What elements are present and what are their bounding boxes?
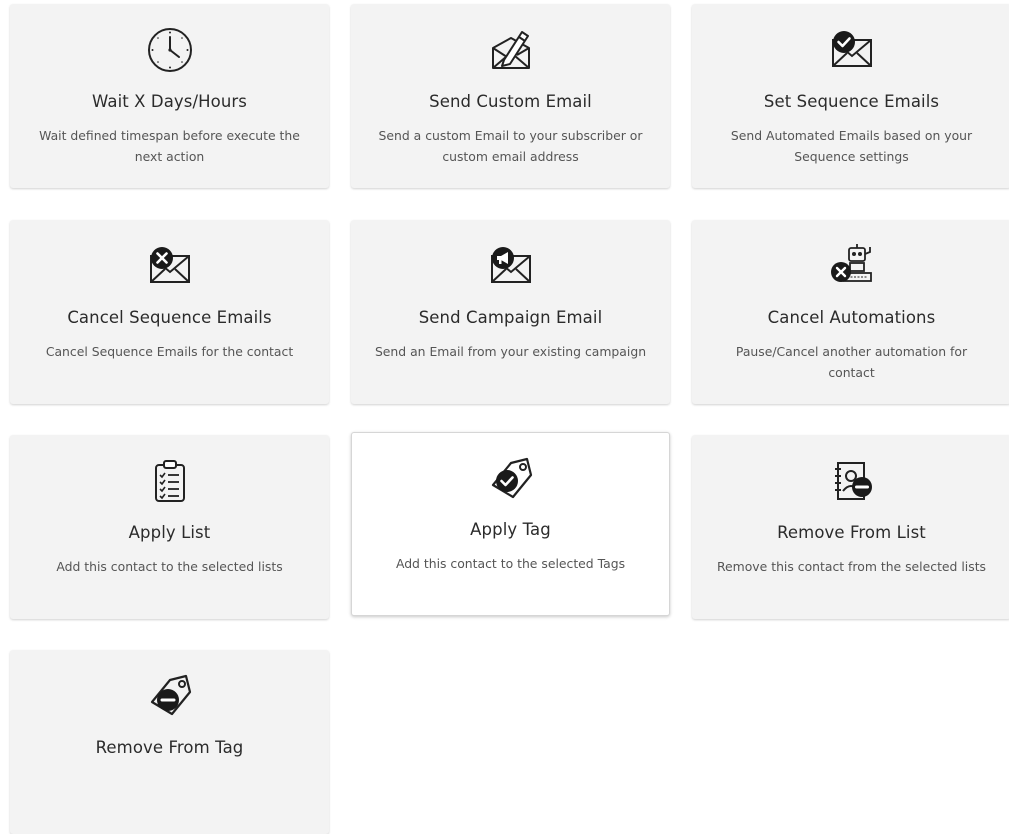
action-title: Apply List (128, 523, 211, 542)
envelope-cancel-icon (146, 242, 194, 290)
envelope-pen-icon (487, 26, 535, 74)
action-description: Send an Email from your existing campaig… (374, 344, 647, 359)
envelope-megaphone-icon (487, 242, 535, 290)
action-description: Send Automated Emails based on your Sequ… (730, 128, 973, 164)
action-title: Cancel Sequence Emails (67, 308, 272, 327)
action-title: Remove From List (777, 523, 926, 542)
action-title: Send Campaign Email (418, 308, 603, 327)
action-card-apply-list[interactable]: Apply List Add this contact to the selec… (10, 435, 329, 619)
clock-icon (146, 26, 194, 74)
action-description: Wait defined timespan before execute the… (39, 128, 300, 164)
envelope-check-icon (828, 26, 876, 74)
action-title: Apply Tag (470, 520, 551, 539)
action-title: Send Custom Email (429, 92, 592, 111)
action-description: Add this contact to the selected lists (56, 559, 283, 574)
action-description: Send a custom Email to your subscriber o… (378, 128, 643, 164)
action-title: Cancel Automations (767, 308, 936, 327)
action-card-cancel-automations[interactable]: Cancel Automations Pause/Cancel another … (692, 220, 1009, 404)
action-card-wait[interactable]: Wait X Days/Hours Wait defined timespan … (10, 4, 329, 188)
action-title: Remove From Tag (95, 738, 244, 757)
action-description: Remove this contact from the selected li… (716, 559, 987, 574)
action-card-cancel-sequence-emails[interactable]: Cancel Sequence Emails Cancel Sequence E… (10, 220, 329, 404)
action-title: Set Sequence Emails (763, 92, 940, 111)
robot-cancel-icon (828, 242, 876, 290)
action-card-send-custom-email[interactable]: Send Custom Email Send a custom Email to… (351, 4, 670, 188)
action-card-set-sequence-emails[interactable]: Set Sequence Emails Send Automated Email… (692, 4, 1009, 188)
action-card-apply-tag[interactable]: Apply Tag Add this contact to the select… (351, 432, 670, 616)
clipboard-checklist-icon (146, 457, 194, 505)
action-description: Add this contact to the selected Tags (395, 556, 626, 571)
action-description: Pause/Cancel another automation for cont… (735, 344, 968, 380)
action-card-remove-from-list[interactable]: Remove From List Remove this contact fro… (692, 435, 1009, 619)
tag-check-icon (487, 455, 535, 503)
action-card-send-campaign-email[interactable]: Send Campaign Email Send an Email from y… (351, 220, 670, 404)
contact-book-minus-icon (828, 457, 876, 505)
action-card-remove-from-tag[interactable]: Remove From Tag (10, 650, 329, 834)
action-title: Wait X Days/Hours (92, 92, 247, 111)
action-description: Cancel Sequence Emails for the contact (45, 344, 294, 359)
tag-minus-icon (146, 672, 194, 720)
